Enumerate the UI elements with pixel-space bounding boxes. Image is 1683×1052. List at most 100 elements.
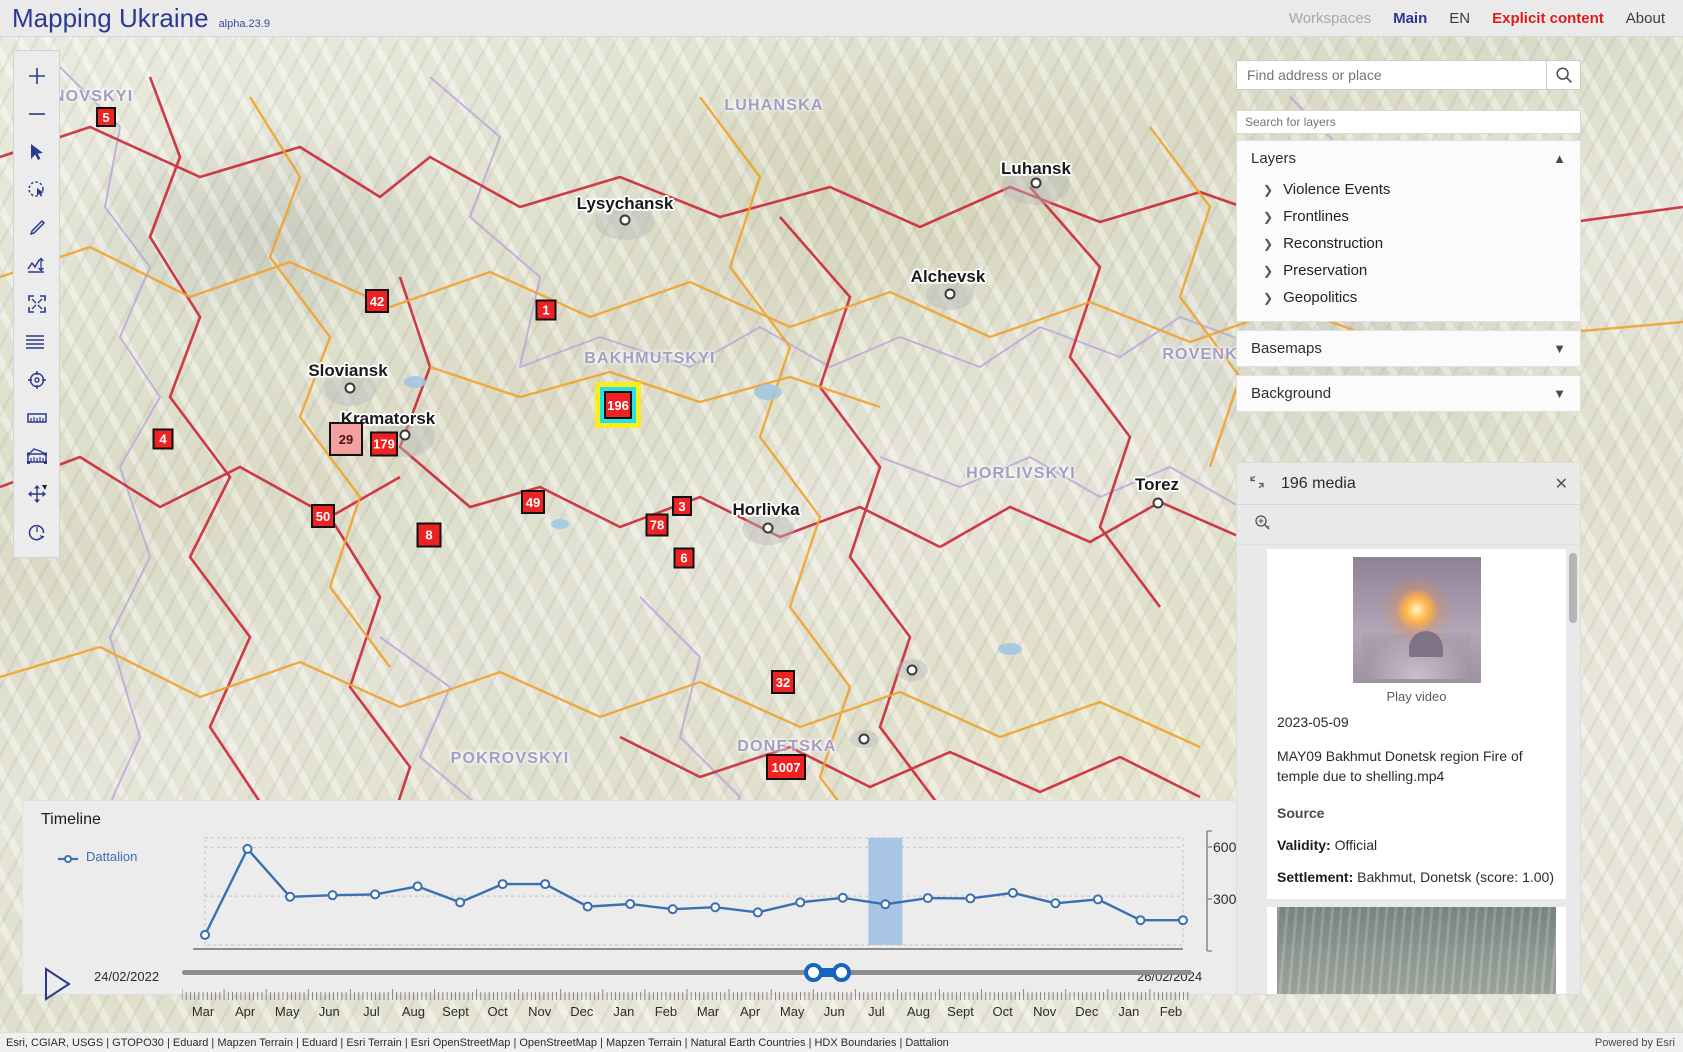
media-scrollbar-thumb[interactable] bbox=[1569, 553, 1577, 623]
map-cluster-marker[interactable]: 29 bbox=[329, 422, 363, 456]
background-panel[interactable]: Background ▼ bbox=[1236, 375, 1581, 412]
chart-data-point[interactable] bbox=[582, 901, 593, 912]
chart-data-point[interactable] bbox=[667, 904, 678, 915]
map-cluster-marker-selected[interactable]: 196 bbox=[600, 387, 636, 423]
map-cluster-marker[interactable]: 1007 bbox=[766, 754, 806, 780]
place-dot bbox=[858, 733, 870, 745]
measure-area-icon[interactable] bbox=[13, 437, 60, 475]
chart-data-point[interactable] bbox=[710, 902, 721, 913]
chart-data-point[interactable] bbox=[242, 843, 253, 854]
map-attribution-bar: Esri, CGIAR, USGS | GTOPO30 | Eduard | M… bbox=[0, 1032, 1683, 1052]
background-panel-header[interactable]: Background ▼ bbox=[1237, 376, 1580, 411]
legend-list-icon[interactable] bbox=[13, 323, 60, 361]
layer-item-preservation[interactable]: ❯ Preservation bbox=[1237, 257, 1580, 284]
layer-search-input[interactable] bbox=[1237, 111, 1580, 133]
locate-target-icon[interactable] bbox=[13, 361, 60, 399]
time-range-slider[interactable] bbox=[182, 963, 1192, 982]
chart-data-point[interactable] bbox=[497, 879, 508, 890]
chart-data-point[interactable] bbox=[455, 897, 466, 908]
nav-about[interactable]: About bbox=[1626, 10, 1665, 27]
zoom-search-icon[interactable] bbox=[1253, 513, 1272, 537]
app-header: Mapping Ukraine alpha.23.9 Workspaces Ma… bbox=[0, 0, 1683, 37]
map-cluster-marker[interactable]: 5 bbox=[96, 107, 116, 127]
slider-handle-end[interactable] bbox=[832, 963, 851, 982]
timeline-ticks bbox=[181, 988, 1192, 1002]
select-cursor-icon[interactable] bbox=[13, 133, 60, 171]
play-icon[interactable] bbox=[36, 964, 76, 1004]
basemaps-panel[interactable]: Basemaps ▼ bbox=[1236, 330, 1581, 367]
media-card[interactable]: Play video 2023-05-09 MAY09 Bakhmut Done… bbox=[1267, 549, 1566, 899]
chart-data-point[interactable] bbox=[752, 907, 763, 918]
map-cluster-marker[interactable]: 179 bbox=[370, 431, 398, 457]
chart-data-point[interactable] bbox=[795, 897, 806, 908]
layer-item-geopolitics[interactable]: ❯ Geopolitics bbox=[1237, 284, 1580, 311]
chart-data-point[interactable] bbox=[1007, 887, 1018, 898]
chart-data-point[interactable] bbox=[625, 898, 636, 909]
layer-item-violence-events[interactable]: ❯ Violence Events bbox=[1237, 176, 1580, 203]
chart-data-point[interactable] bbox=[327, 890, 338, 901]
chart-data-point[interactable] bbox=[1050, 898, 1061, 909]
place-dot bbox=[619, 214, 631, 226]
chart-data-point[interactable] bbox=[1178, 915, 1188, 926]
zoom-in-icon[interactable] bbox=[13, 57, 60, 95]
media-image-thumbnail[interactable] bbox=[1277, 906, 1556, 994]
basemaps-panel-header[interactable]: Basemaps ▼ bbox=[1237, 331, 1580, 366]
media-settlement-key: Settlement: bbox=[1277, 868, 1354, 885]
media-video-thumbnail[interactable] bbox=[1352, 557, 1481, 683]
timeline-month-label: Oct bbox=[992, 1004, 1013, 1019]
nav-language[interactable]: EN bbox=[1449, 10, 1470, 27]
elevation-profile-icon[interactable] bbox=[13, 247, 60, 285]
map-cluster-marker[interactable]: 78 bbox=[645, 513, 669, 537]
pan-move-icon[interactable] bbox=[13, 475, 60, 513]
map-cluster-marker[interactable]: 6 bbox=[673, 547, 695, 569]
layers-panel-header[interactable]: Layers ▲ bbox=[1237, 141, 1580, 176]
map-cluster-marker[interactable]: 1 bbox=[535, 299, 557, 321]
map-cluster-marker[interactable]: 32 bbox=[771, 670, 795, 694]
chart-data-point[interactable] bbox=[412, 881, 423, 892]
play-video-label[interactable]: Play video bbox=[1277, 689, 1556, 704]
pencil-draw-icon[interactable] bbox=[13, 209, 60, 247]
map-cluster-marker[interactable]: 8 bbox=[416, 522, 442, 548]
timeline-highlight-band[interactable] bbox=[868, 837, 903, 945]
chart-data-point[interactable] bbox=[540, 879, 551, 890]
layer-item-frontlines[interactable]: ❯ Frontlines bbox=[1237, 203, 1580, 230]
close-icon[interactable]: ✕ bbox=[1555, 474, 1568, 494]
search-icon[interactable] bbox=[1547, 60, 1581, 90]
fullscreen-icon[interactable] bbox=[13, 285, 60, 323]
layer-item-reconstruction[interactable]: ❯ Reconstruction bbox=[1237, 230, 1580, 257]
chevron-down-icon[interactable]: ▼ bbox=[1553, 341, 1566, 356]
chart-data-point[interactable] bbox=[965, 893, 976, 904]
zoom-out-icon[interactable] bbox=[13, 95, 60, 133]
chart-data-point[interactable] bbox=[285, 891, 296, 902]
layer-search-box[interactable] bbox=[1236, 110, 1581, 134]
address-search-box[interactable] bbox=[1236, 60, 1547, 90]
search-input[interactable] bbox=[1237, 67, 1546, 83]
resize-handle-icon[interactable] bbox=[1249, 474, 1271, 493]
measure-ruler-icon[interactable] bbox=[13, 399, 60, 437]
chart-data-point[interactable] bbox=[922, 893, 933, 904]
nav-workspaces[interactable]: Workspaces bbox=[1289, 10, 1371, 27]
chart-data-point[interactable] bbox=[837, 892, 848, 903]
lasso-select-icon[interactable] bbox=[13, 171, 60, 209]
chevron-down-icon[interactable]: ▼ bbox=[1553, 386, 1566, 401]
chart-data-point[interactable] bbox=[200, 929, 210, 940]
slider-handle-start[interactable] bbox=[804, 963, 823, 982]
chart-data-point[interactable] bbox=[370, 889, 381, 900]
chart-data-point[interactable] bbox=[880, 899, 891, 910]
map-cluster-marker[interactable]: 3 bbox=[672, 496, 692, 516]
map-cluster-marker[interactable]: 4 bbox=[152, 428, 174, 450]
map-cluster-marker[interactable]: 42 bbox=[365, 289, 389, 313]
chart-data-point[interactable] bbox=[1092, 894, 1103, 905]
map-cluster-marker[interactable]: 49 bbox=[521, 490, 545, 514]
place-dot bbox=[399, 429, 411, 441]
media-list[interactable]: Play video 2023-05-09 MAY09 Bakhmut Done… bbox=[1237, 545, 1580, 994]
nav-explicit-content[interactable]: Explicit content bbox=[1492, 10, 1604, 27]
chart-data-point[interactable] bbox=[1135, 915, 1146, 926]
chart-legend[interactable]: Dattalion bbox=[57, 849, 137, 864]
rotate-reset-icon[interactable] bbox=[13, 513, 60, 551]
chevron-up-icon[interactable]: ▲ bbox=[1553, 151, 1566, 166]
timeline-chart[interactable] bbox=[183, 827, 1193, 955]
media-card[interactable] bbox=[1267, 906, 1566, 994]
map-cluster-marker[interactable]: 50 bbox=[311, 504, 335, 528]
nav-main[interactable]: Main bbox=[1393, 10, 1427, 27]
